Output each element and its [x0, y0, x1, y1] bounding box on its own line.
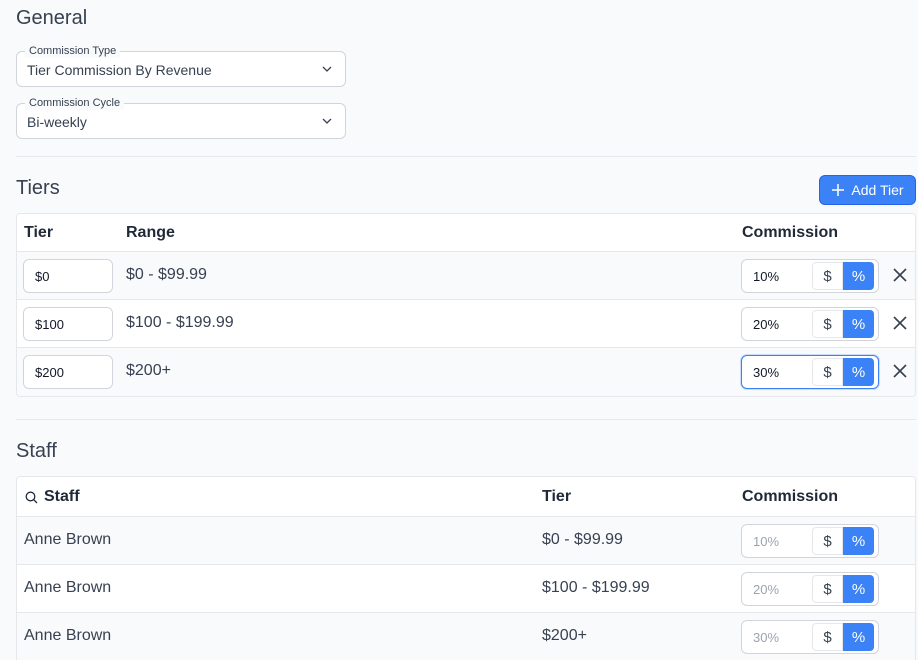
- staff-table: Staff Tier Commission Anne Brown $0 - $9…: [16, 476, 916, 660]
- staff-row: Anne Brown $200+ 30% $ %: [17, 613, 915, 660]
- commission-input-group[interactable]: 10% $ %: [741, 524, 879, 558]
- range-column-header: Range: [126, 224, 175, 241]
- commission-type-value: Tier Commission By Revenue: [27, 62, 212, 78]
- commission-type-label: Commission Type: [25, 44, 121, 58]
- dollar-toggle[interactable]: $: [812, 310, 843, 338]
- tiers-table: Tier Range Commission $0 - $99.99 10% $ …: [16, 213, 916, 397]
- commission-placeholder: 10%: [753, 534, 780, 549]
- staff-table-header: Staff Tier Commission: [17, 477, 915, 517]
- tiers-section-title: Tiers: [16, 177, 60, 199]
- tier-threshold-input[interactable]: [23, 307, 113, 341]
- section-divider: [16, 156, 916, 157]
- commission-value: 20%: [753, 317, 780, 332]
- dollar-toggle[interactable]: $: [812, 262, 843, 290]
- commission-cycle-value: Bi-weekly: [27, 114, 87, 130]
- commission-input-group[interactable]: 20% $ %: [741, 307, 879, 341]
- commission-value: 10%: [753, 269, 780, 284]
- percent-toggle[interactable]: %: [843, 310, 874, 338]
- staff-tier: $0 - $99.99: [542, 531, 623, 548]
- add-tier-button[interactable]: Add Tier: [819, 175, 916, 205]
- staff-name: Anne Brown: [24, 531, 112, 548]
- section-divider: [16, 419, 916, 420]
- staff-tier: $200+: [542, 627, 587, 644]
- percent-toggle[interactable]: %: [843, 527, 874, 555]
- tiers-table-header: Tier Range Commission: [17, 214, 915, 252]
- search-icon[interactable]: [25, 491, 38, 504]
- staff-section-title: Staff: [16, 440, 57, 462]
- plus-icon: [832, 184, 845, 196]
- commission-input-group[interactable]: 20% $ %: [741, 572, 879, 606]
- commission-value: 30%: [753, 365, 780, 380]
- tier-row: $100 - $199.99 20% $ %: [17, 300, 915, 348]
- commission-placeholder: 20%: [753, 582, 780, 597]
- commission-column-header: Commission: [742, 224, 839, 241]
- tier-range: $0 - $99.99: [126, 266, 207, 283]
- staff-name: Anne Brown: [24, 579, 112, 596]
- commission-column-header: Commission: [742, 488, 839, 505]
- dollar-toggle[interactable]: $: [812, 527, 843, 555]
- dollar-toggle[interactable]: $: [812, 358, 843, 386]
- dollar-toggle[interactable]: $: [812, 623, 843, 651]
- chevron-down-icon: [322, 118, 332, 124]
- tier-threshold-input[interactable]: [23, 355, 113, 389]
- tier-row: $200+ 30% $ %: [17, 348, 915, 396]
- staff-row: Anne Brown $0 - $99.99 10% $ %: [17, 517, 915, 565]
- commission-input-group[interactable]: 30% $ %: [741, 620, 879, 654]
- commission-cycle-select[interactable]: Commission Cycle Bi-weekly: [16, 96, 346, 139]
- percent-toggle[interactable]: %: [843, 575, 874, 603]
- percent-toggle[interactable]: %: [843, 262, 874, 290]
- percent-toggle[interactable]: %: [843, 623, 874, 651]
- chevron-down-icon: [322, 66, 332, 72]
- close-icon[interactable]: [892, 363, 908, 379]
- staff-name: Anne Brown: [24, 627, 112, 644]
- tier-range: $100 - $199.99: [126, 314, 234, 331]
- tier-range: $200+: [126, 362, 171, 379]
- close-icon[interactable]: [892, 267, 908, 283]
- tier-row: $0 - $99.99 10% $ %: [17, 252, 915, 300]
- tier-threshold-input[interactable]: [23, 259, 113, 293]
- tier-column-header: Tier: [542, 488, 572, 505]
- tier-column-header: Tier: [24, 224, 54, 241]
- commission-placeholder: 30%: [753, 630, 780, 645]
- general-section-title: General: [16, 7, 88, 29]
- add-tier-label: Add Tier: [851, 182, 904, 198]
- commission-input-group[interactable]: 10% $ %: [741, 259, 879, 293]
- close-icon[interactable]: [892, 315, 908, 331]
- commission-cycle-label: Commission Cycle: [25, 96, 125, 110]
- commission-input-group[interactable]: 30% $ %: [741, 355, 879, 389]
- commission-type-select[interactable]: Commission Type Tier Commission By Reven…: [16, 44, 346, 87]
- staff-row: Anne Brown $100 - $199.99 20% $ %: [17, 565, 915, 613]
- staff-column-header[interactable]: Staff: [44, 488, 80, 506]
- staff-tier: $100 - $199.99: [542, 579, 650, 596]
- percent-toggle[interactable]: %: [843, 358, 874, 386]
- dollar-toggle[interactable]: $: [812, 575, 843, 603]
